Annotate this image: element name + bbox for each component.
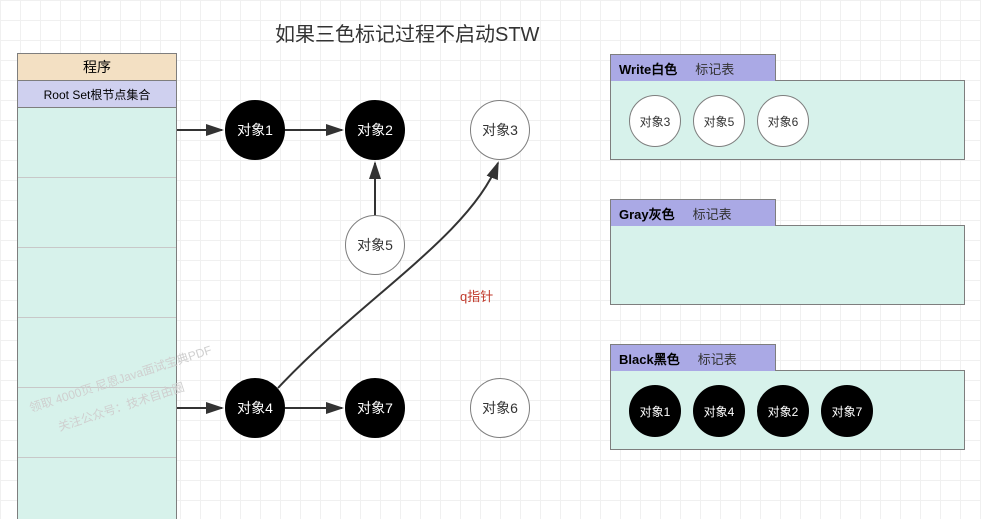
gray-panel-label: 标记表 xyxy=(693,204,732,223)
diagram-canvas: 如果三色标记过程不启动STW 程序 Root Set根节点集合 对象1 对象2 … xyxy=(0,0,981,519)
gray-panel-tab: Gray灰色 标记表 xyxy=(610,199,776,226)
black-mark-panel: Black黑色 标记表 对象1 对象4 对象2 对象7 xyxy=(610,370,965,450)
node-object6: 对象6 xyxy=(470,378,530,438)
root-slot xyxy=(18,108,176,178)
white-panel-label: 标记表 xyxy=(695,59,734,78)
root-slot xyxy=(18,458,176,519)
black-item: 对象2 xyxy=(757,385,809,437)
white-panel-tab: Write白色 标记表 xyxy=(610,54,776,81)
black-panel-tab: Black黑色 标记表 xyxy=(610,344,776,371)
black-item: 对象4 xyxy=(693,385,745,437)
node-object1: 对象1 xyxy=(225,100,285,160)
root-slot xyxy=(18,178,176,248)
white-mark-panel: Write白色 标记表 对象3 对象5 对象6 xyxy=(610,80,965,160)
node-object5: 对象5 xyxy=(345,215,405,275)
gray-panel-category: Gray灰色 xyxy=(619,204,675,223)
white-item: 对象3 xyxy=(629,95,681,147)
gray-mark-panel: Gray灰色 标记表 xyxy=(610,225,965,305)
root-slot xyxy=(18,248,176,318)
node-object4: 对象4 xyxy=(225,378,285,438)
black-item: 对象7 xyxy=(821,385,873,437)
node-object7: 对象7 xyxy=(345,378,405,438)
column-header-rootset: Root Set根节点集合 xyxy=(18,81,176,108)
black-panel-label: 标记表 xyxy=(698,349,737,368)
node-object3: 对象3 xyxy=(470,100,530,160)
root-set-column: 程序 Root Set根节点集合 xyxy=(17,53,177,519)
white-panel-category: Write白色 xyxy=(619,59,677,78)
black-item: 对象1 xyxy=(629,385,681,437)
white-item: 对象6 xyxy=(757,95,809,147)
pointer-note: q指针 xyxy=(460,286,493,305)
node-object2: 对象2 xyxy=(345,100,405,160)
column-header-program: 程序 xyxy=(18,54,176,81)
white-item: 对象5 xyxy=(693,95,745,147)
black-panel-category: Black黑色 xyxy=(619,349,680,368)
diagram-title: 如果三色标记过程不启动STW xyxy=(275,18,539,47)
